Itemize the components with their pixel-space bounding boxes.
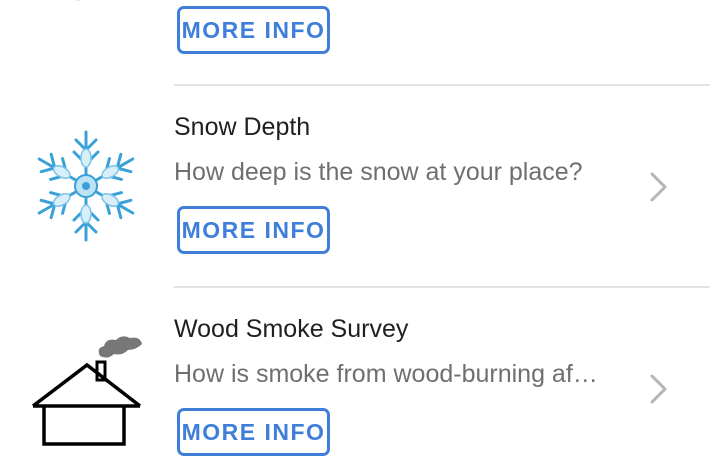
item-description: How is smoke from wood-burning af…: [174, 360, 598, 388]
item-description: How deep is the snow at your place?: [174, 158, 583, 186]
chevron-right-icon[interactable]: [648, 170, 670, 204]
list-item[interactable]: Snow Depth How deep is the snow at your …: [0, 86, 710, 287]
list-item[interactable]: MORE INFO: [0, 0, 710, 86]
survey-list: MORE INFO Snow Depth How deep is the sno…: [0, 0, 710, 473]
more-info-button[interactable]: MORE INFO: [177, 408, 330, 456]
list-item[interactable]: Wood Smoke Survey How is smoke from wood…: [0, 288, 710, 473]
item-title: Wood Smoke Survey: [174, 315, 409, 343]
house-smoke-icon: [30, 328, 144, 448]
chevron-right-icon[interactable]: [648, 372, 670, 406]
item-title: Snow Depth: [174, 113, 311, 141]
snowflake-icon: [26, 126, 146, 246]
water-icon: [26, 0, 146, 14]
more-info-button[interactable]: MORE INFO: [177, 6, 330, 54]
more-info-button[interactable]: MORE INFO: [177, 206, 330, 254]
